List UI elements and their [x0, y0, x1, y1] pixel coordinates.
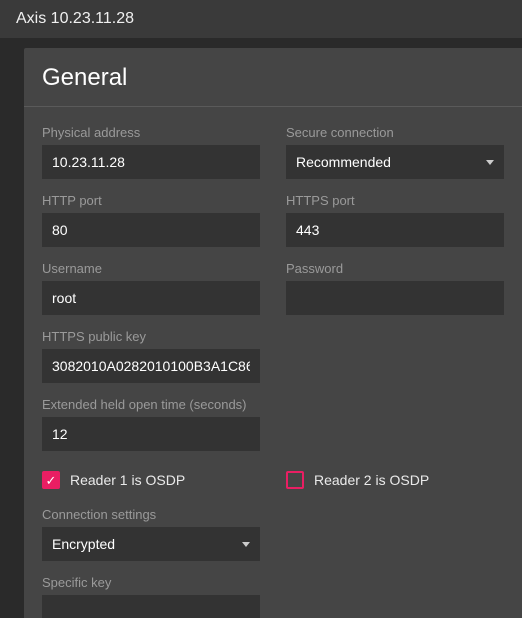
https-public-key-label: HTTPS public key: [42, 329, 260, 344]
physical-address-input[interactable]: [42, 145, 260, 179]
username-label: Username: [42, 261, 260, 276]
reader1-osdp-checkbox[interactable]: ✓: [42, 471, 60, 489]
username-input[interactable]: [42, 281, 260, 315]
reader2-osdp-checkbox[interactable]: [286, 471, 304, 489]
extended-held-open-input[interactable]: [42, 417, 260, 451]
secure-connection-label: Secure connection: [286, 125, 504, 140]
connection-settings-value: Encrypted: [52, 536, 115, 552]
window-title: Axis 10.23.11.28: [0, 0, 522, 38]
form: Physical address Secure connection Recom…: [24, 125, 522, 618]
http-port-input[interactable]: [42, 213, 260, 247]
divider: [24, 106, 522, 107]
secure-connection-value: Recommended: [296, 154, 391, 170]
http-port-label: HTTP port: [42, 193, 260, 208]
reader2-osdp-label: Reader 2 is OSDP: [314, 472, 429, 488]
chevron-down-icon: [242, 542, 250, 547]
specific-key-input[interactable]: [42, 595, 260, 618]
chevron-down-icon: [486, 160, 494, 165]
panel-heading: General: [24, 48, 522, 96]
reader1-osdp-label: Reader 1 is OSDP: [70, 472, 185, 488]
https-public-key-input[interactable]: [42, 349, 260, 383]
check-icon: ✓: [46, 474, 57, 487]
secure-connection-select[interactable]: Recommended: [286, 145, 504, 179]
specific-key-label: Specific key: [42, 575, 260, 590]
password-input[interactable]: [286, 281, 504, 315]
physical-address-label: Physical address: [42, 125, 260, 140]
general-panel: General Physical address Secure connecti…: [24, 48, 522, 618]
https-port-input[interactable]: [286, 213, 504, 247]
https-port-label: HTTPS port: [286, 193, 504, 208]
connection-settings-select[interactable]: Encrypted: [42, 527, 260, 561]
connection-settings-label: Connection settings: [42, 507, 260, 522]
password-label: Password: [286, 261, 504, 276]
extended-held-open-label: Extended held open time (seconds): [42, 397, 260, 412]
